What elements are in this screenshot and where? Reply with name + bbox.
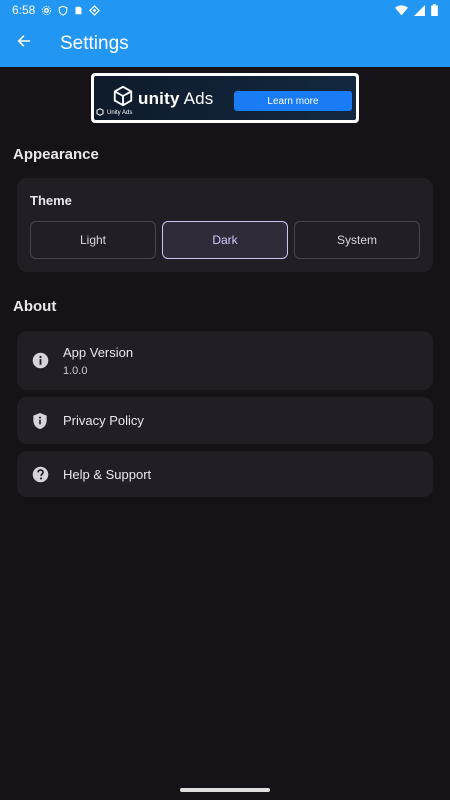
appearance-section-title: Appearance — [13, 146, 99, 163]
arrow-back-icon — [16, 33, 32, 54]
unity-small-icon — [96, 108, 104, 118]
theme-option-system[interactable]: System — [294, 221, 420, 259]
theme-card: Theme Light Dark System — [17, 178, 433, 272]
status-time: 6:58 — [12, 3, 36, 17]
ad-footer: Unity Ads — [96, 108, 132, 118]
app-version-item[interactable]: App Version 1.0.0 — [17, 331, 433, 390]
help-support-title: Help & Support — [63, 466, 152, 482]
nearby-share-icon — [89, 4, 101, 16]
sd-card-icon — [74, 5, 83, 16]
app-version-value: 1.0.0 — [63, 364, 88, 377]
help-support-item[interactable]: Help & Support — [17, 451, 433, 497]
ad-brand-name: unity — [138, 88, 180, 108]
help-icon — [17, 466, 63, 483]
signal-icon — [414, 4, 425, 16]
app-version-title: App Version — [63, 344, 134, 360]
info-icon — [17, 352, 63, 369]
back-button[interactable] — [0, 20, 48, 67]
app-bar: Settings — [0, 20, 450, 67]
privacy-policy-title: Privacy Policy — [63, 413, 144, 428]
shield-status-icon — [58, 5, 68, 16]
ad-footer-label: Unity Ads — [107, 110, 133, 116]
settings-gear-icon — [41, 5, 52, 16]
battery-icon — [431, 4, 438, 16]
privacy-policy-item[interactable]: Privacy Policy — [17, 397, 433, 444]
about-section-title: About — [13, 298, 57, 315]
theme-option-dark[interactable]: Dark — [162, 221, 288, 259]
shield-icon — [17, 412, 63, 430]
theme-option-light[interactable]: Light — [30, 221, 156, 259]
theme-label: Theme — [30, 193, 72, 208]
ad-banner[interactable]: unity Ads Learn more Unity Ads — [91, 73, 359, 123]
ad-brand-suffix: Ads — [183, 88, 214, 108]
ad-content[interactable]: unity Ads Learn more Unity Ads — [94, 76, 356, 120]
status-bar: 6:58 — [0, 0, 450, 20]
ad-learn-more-button[interactable]: Learn more — [234, 91, 352, 111]
gesture-home-bar[interactable] — [180, 788, 270, 792]
wifi-icon — [395, 4, 408, 16]
page-title: Settings — [60, 32, 129, 54]
